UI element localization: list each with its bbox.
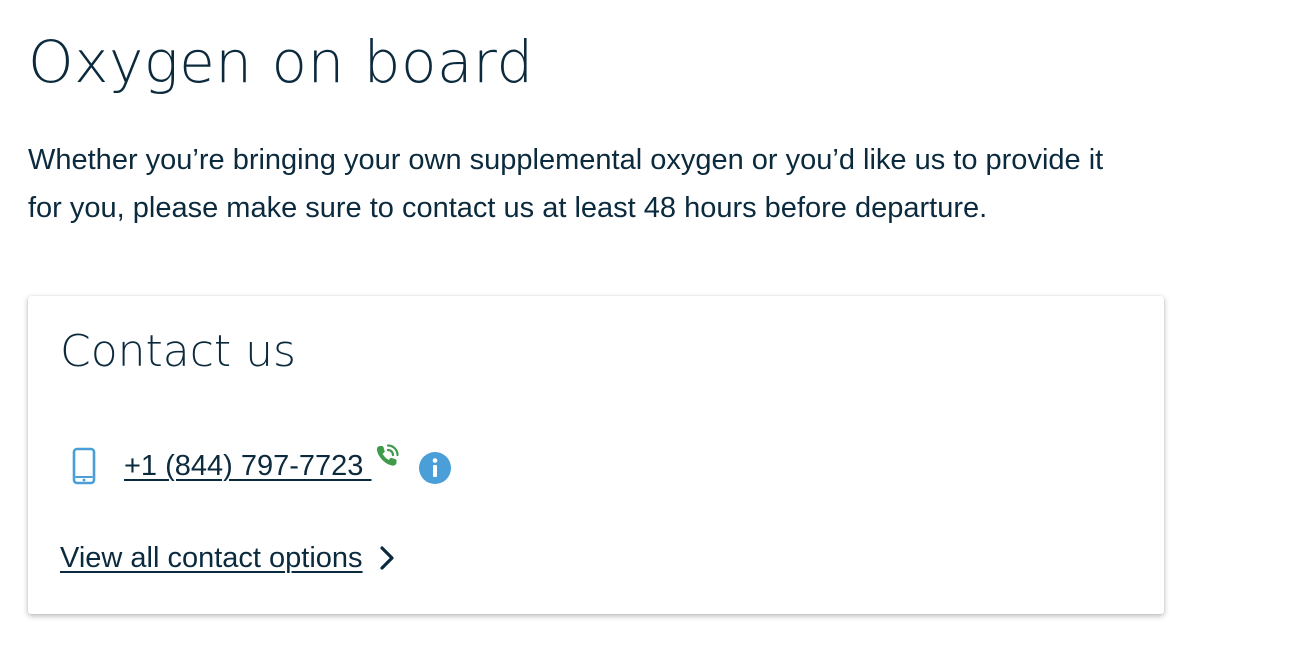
contact-card: Contact us +1 (844) 797-7723 View all co… bbox=[28, 296, 1164, 614]
intro-paragraph: Whether you’re bringing your own supplem… bbox=[28, 144, 1104, 224]
phone-call-icon bbox=[374, 443, 400, 469]
page-title: Oxygen on board bbox=[28, 28, 534, 96]
phone-number-link[interactable]: +1 (844) 797-7723 bbox=[124, 448, 372, 484]
phone-row: +1 (844) 797-7723 bbox=[60, 444, 452, 488]
mobile-phone-icon bbox=[72, 446, 96, 486]
view-all-contact-options[interactable]: View all contact options bbox=[60, 540, 397, 576]
chevron-right-icon[interactable] bbox=[377, 544, 397, 572]
contact-card-title: Contact us bbox=[60, 326, 296, 377]
info-icon[interactable] bbox=[418, 451, 452, 485]
view-all-contact-options-link[interactable]: View all contact options bbox=[60, 540, 363, 576]
